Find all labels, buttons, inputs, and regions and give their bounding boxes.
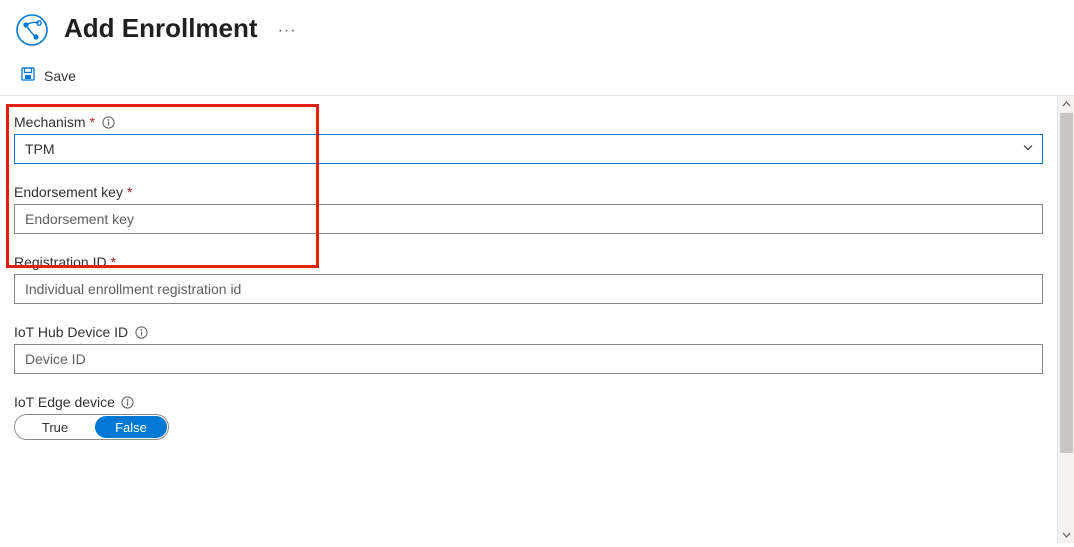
endorsement-key-input[interactable] xyxy=(14,204,1043,234)
page-title: Add Enrollment xyxy=(64,13,258,44)
edge-label: IoT Edge device xyxy=(14,394,115,410)
save-button-label: Save xyxy=(44,68,76,84)
more-actions-button[interactable]: ··· xyxy=(272,22,297,40)
required-marker: * xyxy=(111,254,116,270)
deviceid-label: IoT Hub Device ID xyxy=(14,324,128,340)
scroll-thumb[interactable] xyxy=(1060,113,1073,453)
field-endorsement-key: Endorsement key * xyxy=(14,184,1043,234)
form-content: Mechanism * TPM En xyxy=(0,96,1057,543)
edge-toggle-false[interactable]: False xyxy=(95,416,167,438)
resource-icon xyxy=(14,12,50,48)
scroll-up-arrow[interactable] xyxy=(1058,96,1074,113)
info-icon[interactable] xyxy=(134,325,148,339)
required-marker: * xyxy=(127,184,132,200)
vertical-scrollbar[interactable] xyxy=(1057,96,1074,543)
field-mechanism: Mechanism * TPM xyxy=(14,114,1043,164)
mechanism-select-value: TPM xyxy=(25,141,55,157)
field-device-id: IoT Hub Device ID xyxy=(14,324,1043,374)
endorsement-label: Endorsement key xyxy=(14,184,123,200)
mechanism-select[interactable]: TPM xyxy=(14,134,1043,164)
required-marker: * xyxy=(90,114,95,130)
scroll-down-arrow[interactable] xyxy=(1058,526,1074,543)
page-header: Add Enrollment ··· xyxy=(0,0,1074,48)
save-icon xyxy=(20,66,36,85)
info-icon[interactable] xyxy=(121,395,135,409)
command-bar: Save xyxy=(0,48,1074,96)
device-id-input[interactable] xyxy=(14,344,1043,374)
mechanism-label: Mechanism xyxy=(14,114,86,130)
field-iot-edge: IoT Edge device True False xyxy=(14,394,1043,440)
info-icon[interactable] xyxy=(101,115,115,129)
edge-toggle: True False xyxy=(14,414,169,440)
registration-id-input[interactable] xyxy=(14,274,1043,304)
save-button[interactable]: Save xyxy=(20,66,76,85)
registration-label: Registration ID xyxy=(14,254,107,270)
edge-toggle-true[interactable]: True xyxy=(15,415,95,439)
field-registration-id: Registration ID * xyxy=(14,254,1043,304)
